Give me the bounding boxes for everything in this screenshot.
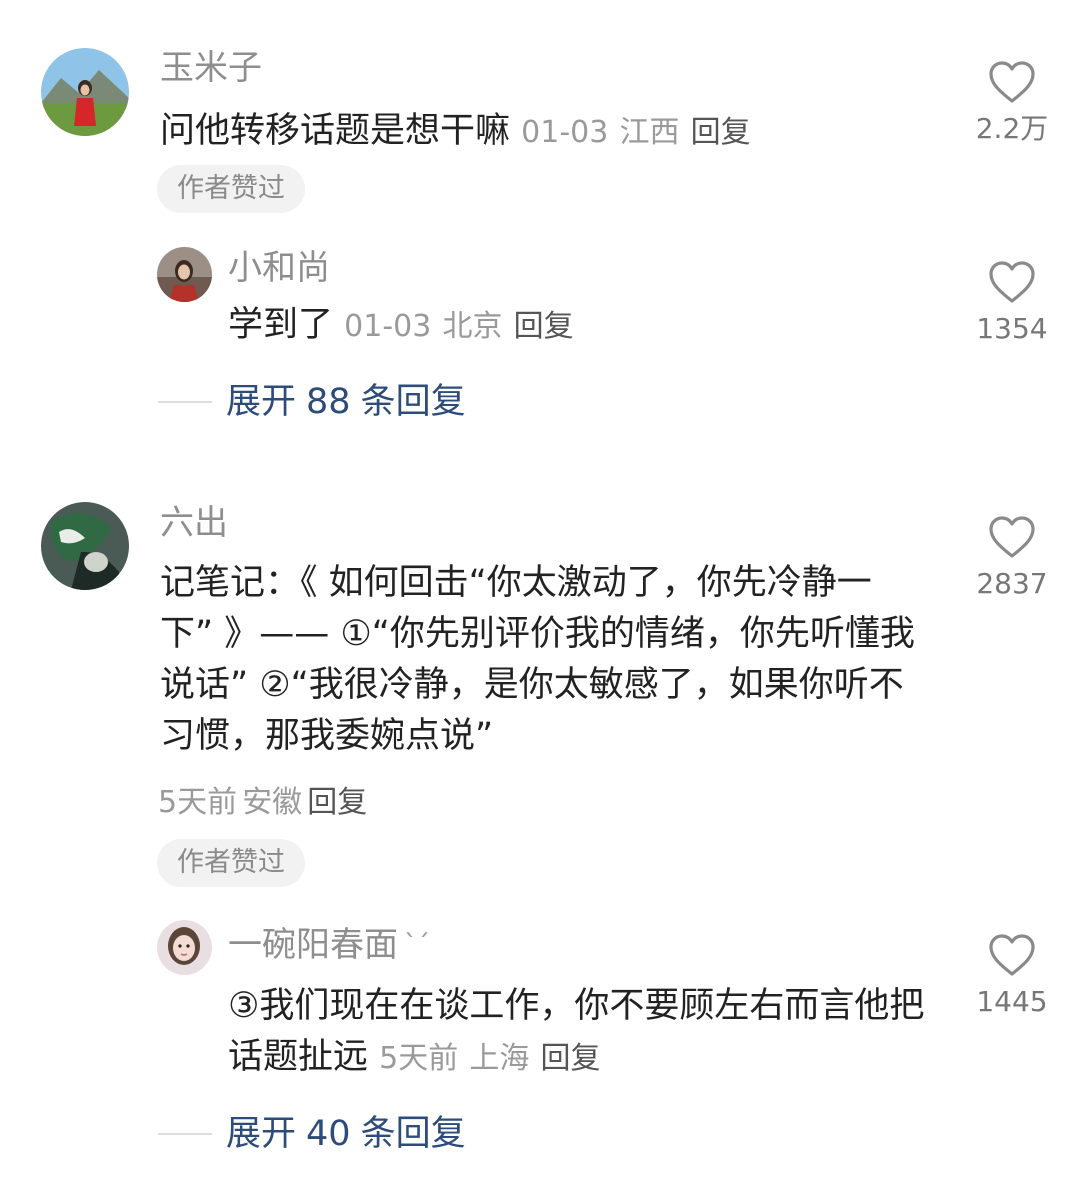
expand-prefix: 展开 — [226, 1114, 297, 1154]
reply-date: 5天前 — [379, 1041, 459, 1076]
reply-username[interactable]: 小和尚 — [228, 248, 330, 288]
reply-text: ③我们现在在谈工作，你不要顾左右而言他把话题扯远 5天前 上海 回复 — [228, 981, 948, 1084]
divider-line — [158, 1133, 212, 1135]
heart-outline-icon — [989, 516, 1035, 558]
like-button[interactable]: 1354 — [957, 260, 1067, 346]
comment-text: 问他转移话题是想干嘛 01-03 江西 回复 — [160, 106, 950, 158]
author-liked-badge: 作者赞过 — [157, 839, 305, 887]
heart-outline-icon — [989, 61, 1035, 103]
expand-replies-button[interactable]: 展开 40 条回复 — [158, 1112, 476, 1156]
reply-button[interactable]: 回复 — [514, 309, 574, 344]
like-button[interactable]: 2837 — [957, 515, 1067, 601]
divider-line — [158, 401, 212, 403]
expand-replies-label: 展开 40 条回复 — [226, 1112, 476, 1156]
comment-meta: 5天前 安徽 回复 — [158, 777, 367, 821]
avatar[interactable] — [157, 920, 212, 975]
comment-date: 5天前 — [158, 785, 238, 820]
expand-prefix: 展开 — [226, 382, 297, 422]
reply-date: 01-03 — [344, 309, 432, 344]
like-count: 1354 — [976, 312, 1048, 345]
expand-count: 88 — [306, 382, 351, 422]
reply-text: 学到了 01-03 北京 回复 — [228, 300, 948, 352]
avatar[interactable] — [41, 48, 129, 136]
comment-text: 记笔记：《 如何回击“你太激动了，你先冷静一下” 》—— ①“你先别评价我的情绪… — [160, 563, 915, 756]
avatar[interactable] — [41, 502, 129, 590]
reply-location: 上海 — [469, 1041, 530, 1076]
like-button[interactable]: 2.2万 — [957, 60, 1067, 146]
avatar[interactable] — [157, 247, 212, 302]
comment-location: 安徽 — [242, 785, 303, 820]
comment-content: 问他转移话题是想干嘛 — [160, 111, 511, 151]
like-count: 2.2万 — [975, 112, 1049, 145]
reply-location: 北京 — [442, 309, 503, 344]
reply-button[interactable]: 回复 — [307, 785, 367, 820]
like-count: 2837 — [976, 567, 1048, 600]
like-count: 1445 — [976, 985, 1048, 1018]
like-button[interactable]: 1445 — [957, 933, 1067, 1019]
author-liked-badge: 作者赞过 — [157, 165, 305, 213]
expand-suffix: 条回复 — [360, 382, 466, 422]
heart-outline-icon — [989, 261, 1035, 303]
comment-username[interactable]: 六出 — [160, 503, 228, 543]
expand-replies-label: 展开 88 条回复 — [226, 380, 476, 424]
reply-username-row: 一碗阳春面 ˋˊ — [228, 925, 430, 965]
reply-username[interactable]: 一碗阳春面 — [228, 925, 398, 965]
reply-button[interactable]: 回复 — [691, 115, 751, 150]
comment-date: 01-03 — [521, 115, 609, 150]
expand-suffix: 条回复 — [360, 1114, 466, 1154]
reply-content: 学到了 — [228, 305, 334, 345]
heart-outline-icon — [989, 934, 1035, 976]
expand-count: 40 — [306, 1114, 351, 1154]
comment-username[interactable]: 玉米子 — [160, 48, 262, 88]
expand-replies-button[interactable]: 展开 88 条回复 — [158, 380, 476, 424]
comment-location: 江西 — [619, 115, 680, 150]
reply-button[interactable]: 回复 — [541, 1041, 601, 1076]
username-suffix: ˋˊ — [404, 930, 430, 960]
